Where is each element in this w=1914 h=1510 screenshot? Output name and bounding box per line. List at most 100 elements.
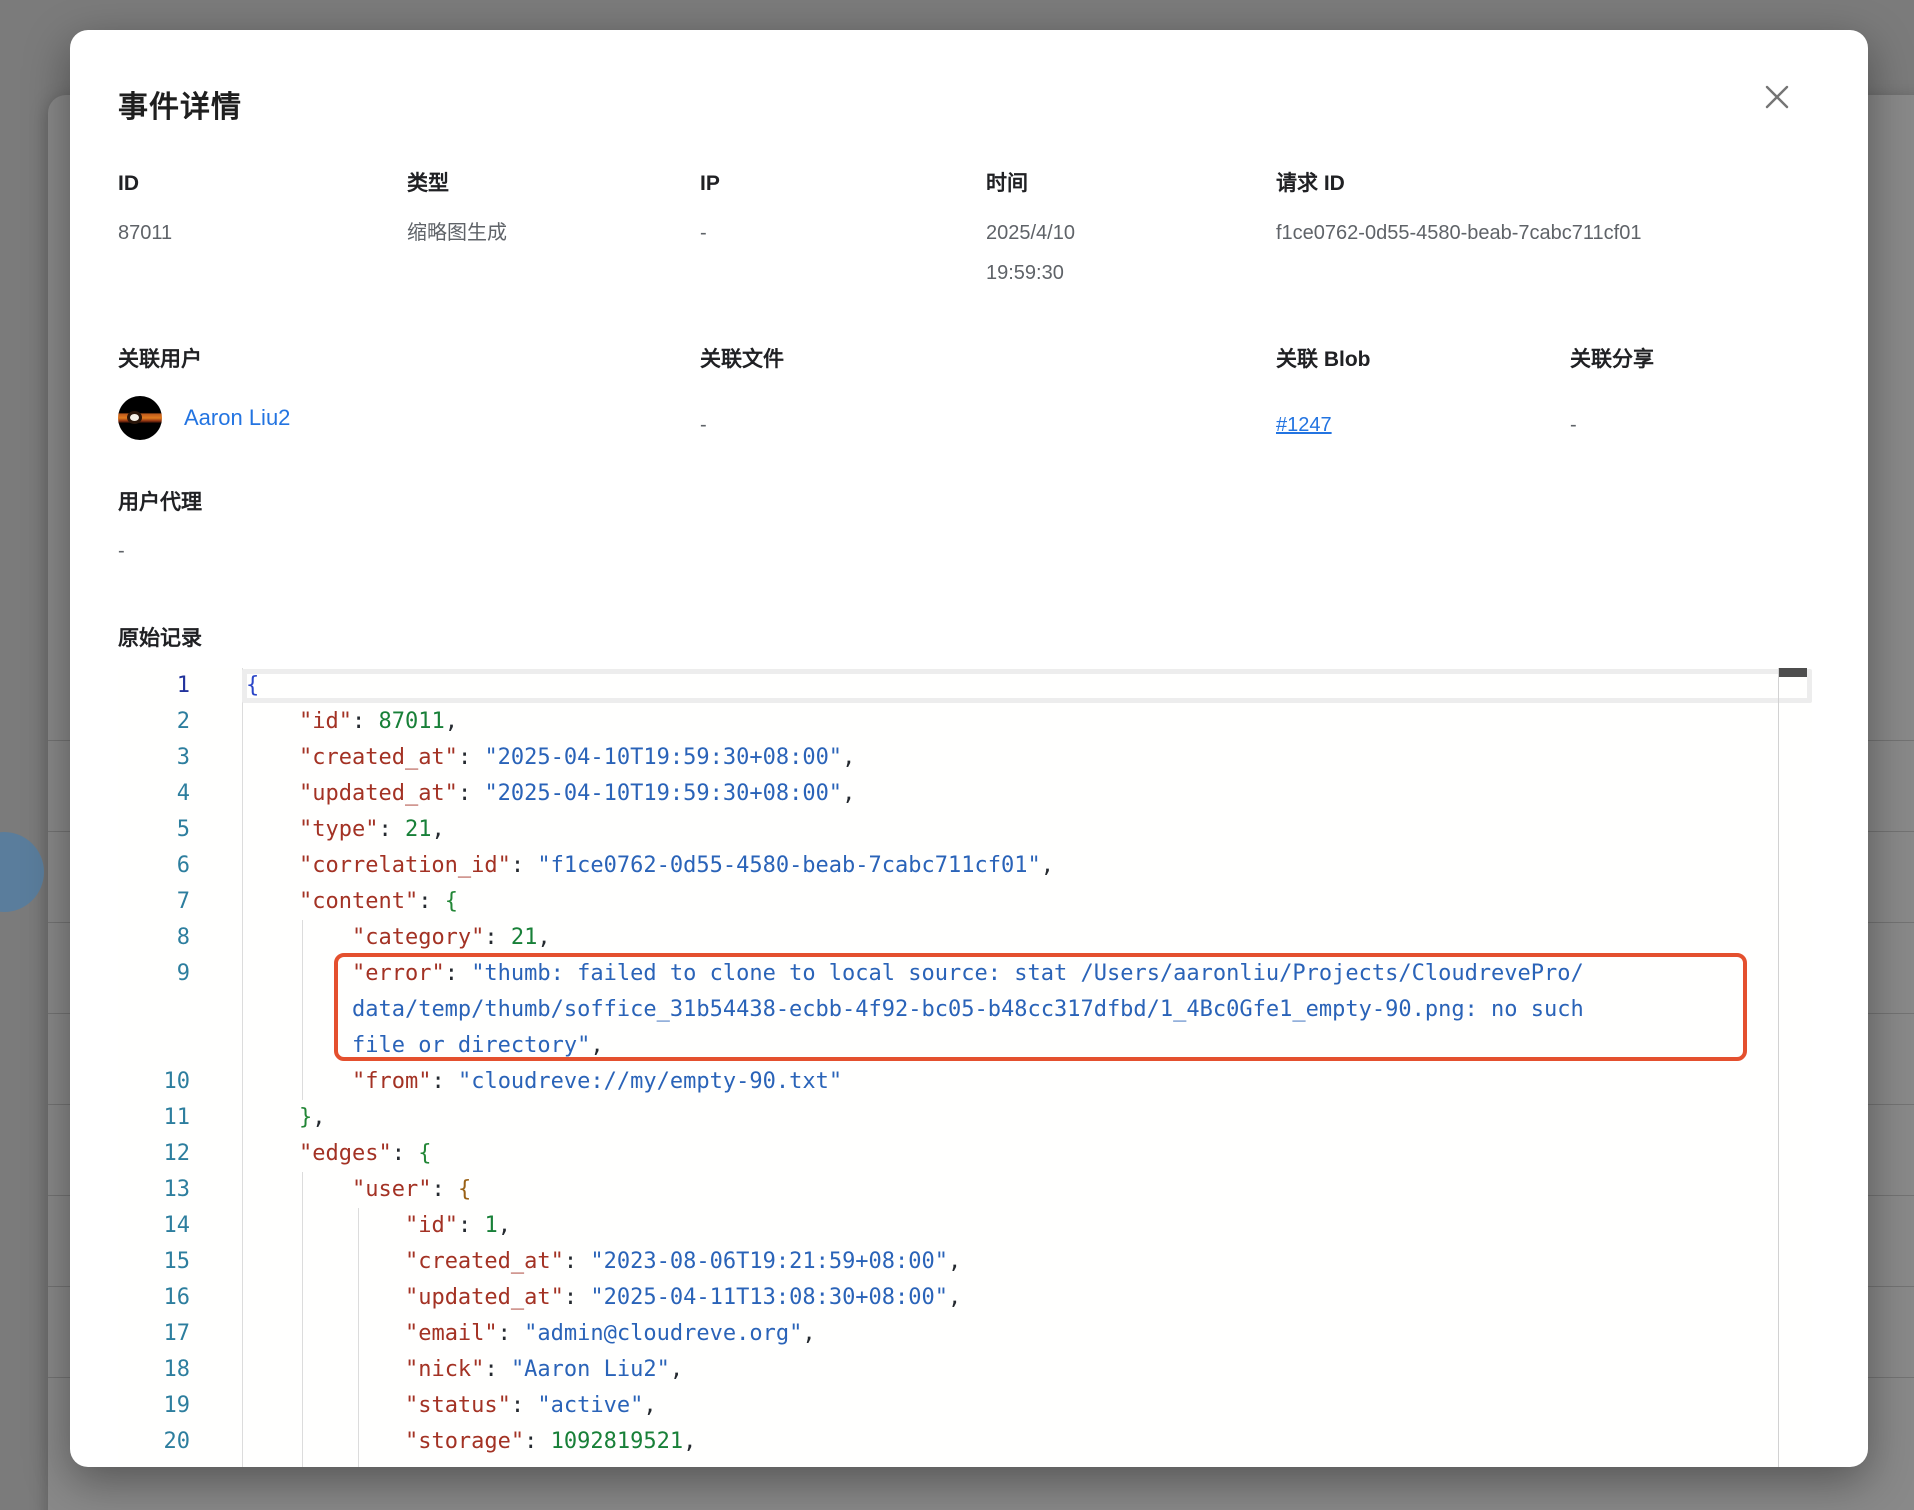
code-line: 9 "error": "thumb: failed to clone to lo… (118, 956, 1812, 992)
token-pun: : (511, 853, 538, 878)
related-blob-link[interactable]: #1247 (1276, 405, 1332, 445)
field-value-user-agent: - (118, 531, 125, 571)
token-key: "storage" (405, 1429, 524, 1454)
token-key: "avatar" (405, 1465, 511, 1467)
token-key: "user" (352, 1177, 431, 1202)
field-value-related-file: - (700, 405, 707, 445)
field-label-user-agent: 用户代理 (118, 489, 202, 517)
line-number: 12 (118, 1136, 190, 1172)
token-pun: : (392, 1141, 419, 1166)
token-key: "email" (405, 1321, 498, 1346)
token-key: "created_at" (299, 745, 458, 770)
token-str: "thumb: failed to clone to local source:… (471, 961, 1584, 986)
page-root: { "dialog": { "title": "事件详情", "close_la… (0, 0, 1914, 1510)
line-number: 14 (118, 1208, 190, 1244)
line-number: 5 (118, 812, 190, 848)
code-line: 17 "email": "admin@cloudreve.org", (118, 1316, 1812, 1352)
token-pun: , (842, 781, 855, 806)
code-line: 3 "created_at": "2025-04-10T19:59:30+08:… (118, 740, 1812, 776)
raw-record-editor[interactable]: 1{2 "id": 87011,3 "created_at": "2025-04… (118, 668, 1812, 1467)
token-str: "2025-04-10T19:59:30+08:00" (484, 781, 842, 806)
code-line: data/temp/thumb/soffice_31b54438-ecbb-4f… (118, 992, 1812, 1028)
token-b2: { (445, 889, 458, 914)
field-label-ip: IP (700, 170, 720, 198)
token-key: "updated_at" (299, 781, 458, 806)
token-pun: , (590, 1033, 603, 1058)
token-num: 1092819521 (551, 1429, 683, 1454)
token-b2: { (418, 1141, 431, 1166)
code-line: 6 "correlation_id": "f1ce0762-0d55-4580-… (118, 848, 1812, 884)
code-rows: 1{2 "id": 87011,3 "created_at": "2025-04… (118, 668, 1812, 1467)
token-str: "cloudreve://my/empty-90.txt" (458, 1069, 842, 1094)
token-pun: , (1041, 853, 1054, 878)
token-pun: : (418, 889, 445, 914)
floating-action-button[interactable] (0, 832, 44, 912)
code-line: 7 "content": { (118, 884, 1812, 920)
line-number: 10 (118, 1064, 190, 1100)
field-value-id: 87011 (118, 213, 172, 253)
token-pun: , (643, 1393, 656, 1418)
token-num: 87011 (378, 709, 444, 734)
code-line: 2 "id": 87011, (118, 704, 1812, 740)
token-b1: { (246, 673, 259, 698)
token-pun: : (511, 1465, 538, 1467)
line-number: 17 (118, 1316, 190, 1352)
field-value-time: 2025/4/10 19:59:30 (986, 213, 1126, 293)
token-key: "updated_at" (405, 1285, 564, 1310)
dialog-title: 事件详情 (118, 88, 242, 128)
token-str: "2023-08-06T19:21:59+08:00" (590, 1249, 948, 1274)
token-pun: , (842, 745, 855, 770)
token-str: data/temp/thumb/soffice_31b54438-ecbb-4f… (352, 997, 1584, 1022)
token-pun: , (948, 1285, 961, 1310)
code-line: 12 "edges": { (118, 1136, 1812, 1172)
token-pun: , (617, 1465, 630, 1467)
token-pun: : (431, 1069, 458, 1094)
close-icon (1762, 82, 1792, 115)
code-line: 13 "user": { (118, 1172, 1812, 1208)
token-key: "edges" (299, 1141, 392, 1166)
token-pun: , (802, 1321, 815, 1346)
token-key: "correlation_id" (299, 853, 511, 878)
line-number: 16 (118, 1280, 190, 1316)
token-key: "status" (405, 1393, 511, 1418)
field-label-id: ID (118, 170, 139, 198)
code-line: 10 "from": "cloudreve://my/empty-90.txt" (118, 1064, 1812, 1100)
token-pun: , (445, 709, 458, 734)
event-details-dialog: 事件详情 ID 类型 IP 时间 请求 ID 87011 缩略图生成 - 202… (70, 30, 1868, 1467)
code-line: 11 }, (118, 1100, 1812, 1136)
token-pun: : (431, 1177, 458, 1202)
code-line: 1{ (118, 668, 1812, 704)
token-key: "type" (299, 817, 378, 842)
related-user-link[interactable]: Aaron Liu2 (184, 405, 290, 431)
field-value-related-share: - (1570, 405, 1577, 445)
field-label-related-share: 关联分享 (1570, 346, 1654, 374)
token-b3: { (458, 1177, 471, 1202)
token-str: "file" (537, 1465, 616, 1467)
token-key: "category" (352, 925, 484, 950)
token-str: "2025-04-10T19:59:30+08:00" (484, 745, 842, 770)
token-str: "admin@cloudreve.org" (524, 1321, 802, 1346)
field-label-related-blob: 关联 Blob (1276, 346, 1371, 374)
token-pun: : (498, 1321, 525, 1346)
token-pun: : (445, 961, 472, 986)
code-line: 21 "avatar": "file", (118, 1460, 1812, 1467)
close-button[interactable] (1753, 74, 1801, 122)
token-pun: : (484, 925, 511, 950)
token-str: file or directory" (352, 1033, 590, 1058)
token-key: "id" (405, 1213, 458, 1238)
token-pun: : (484, 1357, 511, 1382)
token-pun: : (564, 1249, 591, 1274)
line-number: 19 (118, 1388, 190, 1424)
code-line: 15 "created_at": "2023-08-06T19:21:59+08… (118, 1244, 1812, 1280)
line-number: 1 (118, 668, 190, 704)
code-line: file or directory", (118, 1028, 1812, 1064)
token-num: 21 (511, 925, 538, 950)
token-b2: } (299, 1105, 312, 1130)
code-line: 8 "category": 21, (118, 920, 1812, 956)
line-number: 13 (118, 1172, 190, 1208)
related-user-chip[interactable]: Aaron Liu2 (118, 396, 290, 440)
line-number: 21 (118, 1460, 190, 1467)
token-pun: : (511, 1393, 538, 1418)
token-pun: : (458, 1213, 485, 1238)
code-line: 14 "id": 1, (118, 1208, 1812, 1244)
